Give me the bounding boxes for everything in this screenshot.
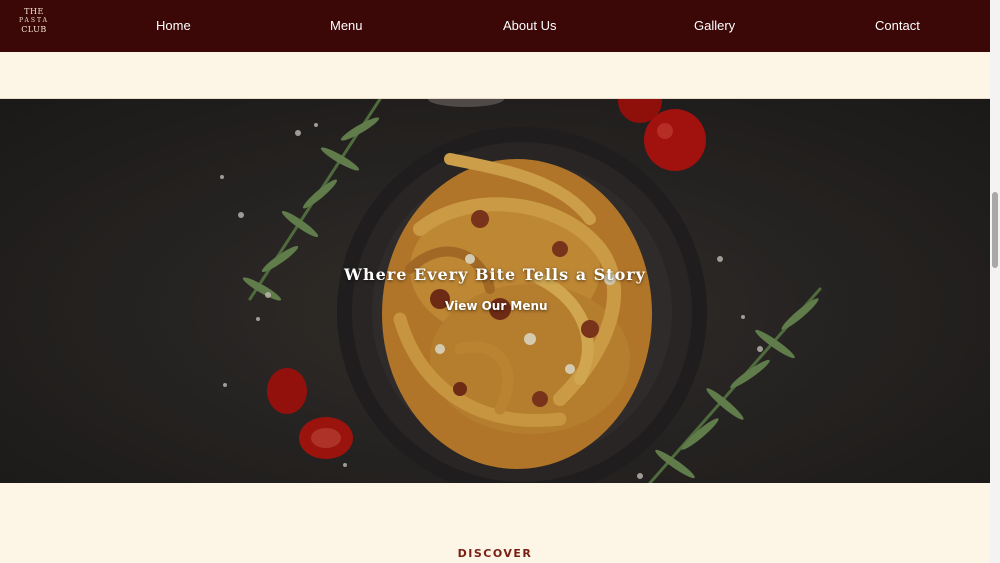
hero-section: Where Every Bite Tells a Story View Our … <box>0 99 990 483</box>
scrollbar-thumb[interactable] <box>992 192 998 268</box>
nav-link-contact[interactable]: Contact <box>875 18 920 33</box>
nav-link-about-us[interactable]: About Us <box>503 18 556 33</box>
hero-dim-overlay <box>0 99 990 483</box>
top-navbar: THE PASTA CLUB Home Menu About Us Galler… <box>0 0 990 52</box>
site-logo[interactable]: THE PASTA CLUB <box>18 7 50 43</box>
nav-link-home[interactable]: Home <box>156 18 191 33</box>
header-spacer-band <box>0 52 990 99</box>
view-menu-link[interactable]: View Our Menu <box>445 299 548 313</box>
logo-line-1: THE <box>24 7 44 16</box>
hero-title: Where Every Bite Tells a Story <box>344 265 646 284</box>
section-eyebrow: DISCOVER <box>457 547 533 560</box>
nav-link-gallery[interactable]: Gallery <box>694 18 735 33</box>
scrollbar-track[interactable] <box>990 0 1000 563</box>
logo-line-3: CLUB <box>21 25 47 34</box>
nav-link-menu[interactable]: Menu <box>330 18 363 33</box>
logo-line-2: PASTA <box>19 17 49 24</box>
